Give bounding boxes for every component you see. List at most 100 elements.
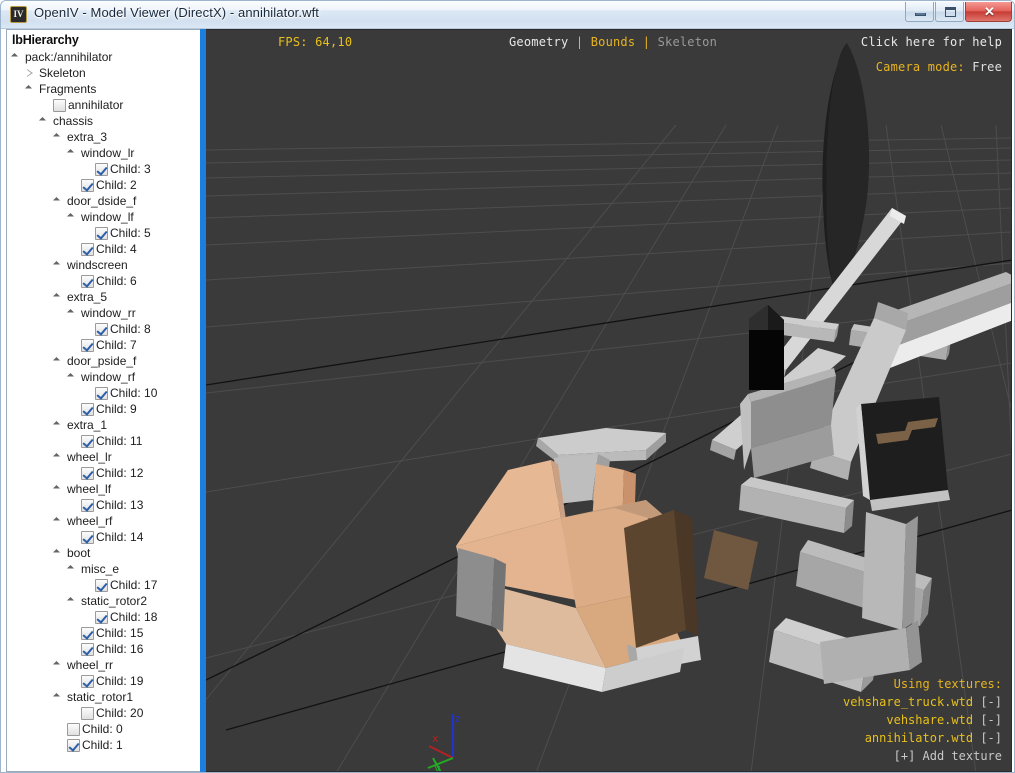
expander-open-icon[interactable] (67, 372, 78, 383)
texture-remove-toggle[interactable]: [-] (980, 695, 1002, 709)
tree-item[interactable]: Child: 9 (7, 401, 201, 417)
expander-open-icon[interactable] (53, 660, 64, 671)
help-link[interactable]: Click here for help (861, 35, 1002, 49)
camera-mode-indicator[interactable]: Camera mode: Free (876, 60, 1002, 74)
expander-open-icon[interactable] (11, 52, 22, 63)
tree-item-checkbox[interactable] (81, 402, 94, 416)
tree-item[interactable]: window_rf (7, 369, 201, 385)
tree-item[interactable]: Child: 1 (7, 737, 201, 753)
tree-item[interactable]: Fragments (7, 81, 201, 97)
texture-name[interactable]: vehshare.wtd (886, 713, 973, 727)
minimize-button[interactable] (905, 2, 934, 22)
tree-item[interactable]: annihilator (7, 97, 201, 113)
expander-collapsed-icon[interactable] (25, 68, 36, 79)
tree-item[interactable]: Child: 2 (7, 177, 201, 193)
tree-item[interactable]: window_lr (7, 145, 201, 161)
tree-item[interactable]: Child: 17 (7, 577, 201, 593)
tree-item-checkbox[interactable] (81, 706, 94, 720)
tree-item[interactable]: Child: 18 (7, 609, 201, 625)
expander-open-icon[interactable] (67, 308, 78, 319)
tree-item[interactable]: Child: 12 (7, 465, 201, 481)
tree-item-checkbox[interactable] (81, 434, 94, 448)
expander-open-icon[interactable] (67, 596, 78, 607)
tree-item-checkbox[interactable] (81, 242, 94, 256)
texture-name[interactable]: vehshare_truck.wtd (843, 695, 973, 709)
mode-skeleton[interactable]: Skeleton (658, 35, 717, 49)
expander-open-icon[interactable] (53, 292, 64, 303)
expander-open-icon[interactable] (39, 116, 50, 127)
display-mode-toggles[interactable]: Geometry | Bounds | Skeleton (509, 35, 717, 49)
tree-item[interactable]: extra_1 (7, 417, 201, 433)
tree-item-checkbox[interactable] (95, 162, 108, 176)
tree-item-checkbox[interactable] (95, 226, 108, 240)
tree-item-checkbox[interactable] (67, 722, 80, 736)
tree-item[interactable]: Child: 15 (7, 625, 201, 641)
expander-open-icon[interactable] (53, 484, 64, 495)
expander-open-icon[interactable] (53, 356, 64, 367)
tree-item-checkbox[interactable] (67, 738, 80, 752)
tree-item[interactable]: pack:/annihilator (7, 49, 201, 65)
tree-item-checkbox[interactable] (53, 98, 66, 112)
expander-open-icon[interactable] (53, 692, 64, 703)
tree-item[interactable]: Child: 16 (7, 641, 201, 657)
tree-item-checkbox[interactable] (81, 530, 94, 544)
tree-item[interactable]: window_rr (7, 305, 201, 321)
expander-open-icon[interactable] (67, 148, 78, 159)
tree-item[interactable]: Child: 11 (7, 433, 201, 449)
tree-item[interactable]: Child: 10 (7, 385, 201, 401)
tree-item[interactable]: Child: 13 (7, 497, 201, 513)
expander-open-icon[interactable] (53, 548, 64, 559)
tree-item[interactable]: wheel_lf (7, 481, 201, 497)
title-bar[interactable]: IV OpenIV - Model Viewer (DirectX) - ann… (1, 1, 1014, 29)
tree-item[interactable]: door_dside_f (7, 193, 201, 209)
tree-item-checkbox[interactable] (95, 578, 108, 592)
hierarchy-tree[interactable]: pack:/annihilator Skeleton Fragments annihi… (7, 49, 201, 771)
tree-item[interactable]: wheel_rr (7, 657, 201, 673)
tree-item-checkbox[interactable] (95, 322, 108, 336)
expander-open-icon[interactable] (53, 452, 64, 463)
tree-item[interactable]: window_lf (7, 209, 201, 225)
expander-open-icon[interactable] (53, 196, 64, 207)
texture-remove-toggle[interactable]: [-] (980, 713, 1002, 727)
tree-item[interactable]: Child: 20 (7, 705, 201, 721)
tree-item[interactable]: static_rotor2 (7, 593, 201, 609)
expander-open-icon[interactable] (53, 420, 64, 431)
tree-item[interactable]: extra_3 (7, 129, 201, 145)
tree-item[interactable]: Child: 3 (7, 161, 201, 177)
tree-item-checkbox[interactable] (95, 610, 108, 624)
tree-item[interactable]: windscreen (7, 257, 201, 273)
mode-bounds[interactable]: Bounds (591, 35, 636, 49)
model-viewport[interactable]: .gl { stroke:#4d4d4d; stroke-width:1; fi… (206, 29, 1012, 772)
tree-item-checkbox[interactable] (81, 338, 94, 352)
tree-item-checkbox[interactable] (95, 386, 108, 400)
expander-open-icon[interactable] (25, 84, 36, 95)
expander-open-icon[interactable] (53, 260, 64, 271)
tree-item[interactable]: Child: 0 (7, 721, 201, 737)
tree-item[interactable]: wheel_lr (7, 449, 201, 465)
tree-item[interactable]: Child: 8 (7, 321, 201, 337)
mode-geometry[interactable]: Geometry (509, 35, 568, 49)
expander-open-icon[interactable] (67, 564, 78, 575)
tree-item[interactable]: wheel_rf (7, 513, 201, 529)
tree-item[interactable]: Child: 5 (7, 225, 201, 241)
tree-item[interactable]: Child: 7 (7, 337, 201, 353)
texture-remove-toggle[interactable]: [-] (980, 731, 1002, 745)
tree-item-checkbox[interactable] (81, 642, 94, 656)
tree-item[interactable]: extra_5 (7, 289, 201, 305)
tree-item[interactable]: Child: 14 (7, 529, 201, 545)
tree-item-checkbox[interactable] (81, 626, 94, 640)
tree-item[interactable]: boot (7, 545, 201, 561)
tree-item[interactable]: Skeleton (7, 65, 201, 81)
expander-open-icon[interactable] (67, 212, 78, 223)
tree-item-checkbox[interactable] (81, 274, 94, 288)
tree-item-checkbox[interactable] (81, 498, 94, 512)
maximize-button[interactable] (935, 2, 964, 22)
tree-item-checkbox[interactable] (81, 674, 94, 688)
texture-name[interactable]: annihilator.wtd (865, 731, 973, 745)
tree-item-checkbox[interactable] (81, 466, 94, 480)
tree-item[interactable]: Child: 19 (7, 673, 201, 689)
expander-open-icon[interactable] (53, 516, 64, 527)
tree-item[interactable]: Child: 4 (7, 241, 201, 257)
expander-open-icon[interactable] (53, 132, 64, 143)
tree-item[interactable]: door_pside_f (7, 353, 201, 369)
